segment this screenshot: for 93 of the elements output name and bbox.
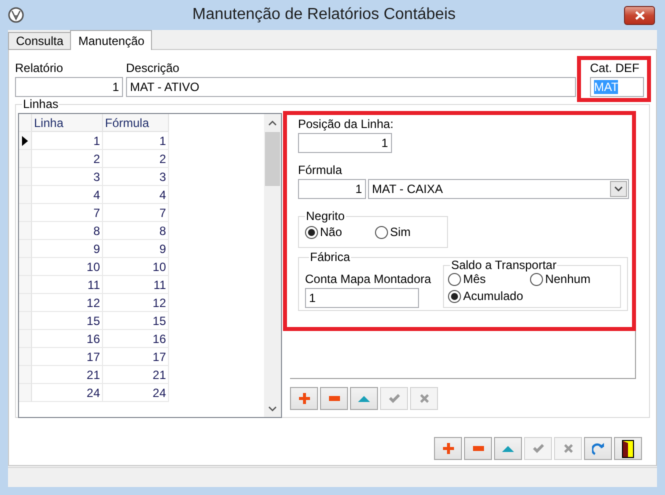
field-label: Descrição <box>126 61 180 75</box>
table-cell: 4 <box>103 186 169 204</box>
dropdown[interactable]: MAT - CAIXA <box>368 179 629 199</box>
close-icon <box>634 10 644 20</box>
table-cell: 24 <box>32 384 103 402</box>
table-cell: 21 <box>32 366 103 384</box>
dropdown-button[interactable] <box>610 181 627 197</box>
table-cell: 9 <box>32 240 103 258</box>
current-row-icon <box>22 136 28 146</box>
corner-header <box>19 114 32 132</box>
column-header[interactable]: Fórmula <box>103 114 169 132</box>
field-label: Posição da Linha: <box>298 117 394 131</box>
table-cell: 12 <box>32 294 103 312</box>
minus-icon <box>328 396 340 401</box>
radio-label: Mês <box>463 272 486 286</box>
refresh-icon <box>592 442 604 454</box>
close-icon <box>564 444 572 453</box>
chevron-up-icon <box>268 120 277 126</box>
table-cell: 11 <box>103 276 169 294</box>
minus-icon <box>472 446 484 451</box>
radio-button[interactable] <box>305 226 318 238</box>
field-label: Conta Mapa Montadora <box>305 272 432 286</box>
table-cell: 17 <box>32 348 103 366</box>
table-cell: 9 <box>103 240 169 258</box>
radio-label: Não <box>320 225 342 239</box>
scrollbar[interactable] <box>264 114 281 417</box>
table-cell: 16 <box>32 330 103 348</box>
table-cell: 24 <box>103 384 169 402</box>
field-label: Relatório <box>15 61 64 75</box>
table-cell: 2 <box>32 150 103 168</box>
radio-label: Sim <box>390 225 411 239</box>
exit-button[interactable] <box>614 437 642 460</box>
add-button[interactable] <box>290 387 318 410</box>
radio-label: Acumulado <box>463 289 524 303</box>
input-field[interactable]: 1 <box>15 77 123 97</box>
table-cell: 11 <box>32 276 103 294</box>
field-label: Cat. DEF <box>590 61 640 75</box>
group-title: Linhas <box>22 97 60 111</box>
triangle-up-icon <box>358 396 370 402</box>
window-title: Manutenção de Relatórios Contábeis <box>191 6 457 24</box>
up-button[interactable] <box>494 437 522 460</box>
table-cell: 21 <box>103 366 169 384</box>
table-cell: 15 <box>103 312 169 330</box>
remove-button[interactable] <box>320 387 348 410</box>
close-button[interactable] <box>624 6 655 24</box>
input-field[interactable]: MAT - ATIVO <box>126 77 576 97</box>
table-cell: 1 <box>103 132 169 150</box>
table-cell: 8 <box>103 222 169 240</box>
radio-button[interactable] <box>530 272 544 286</box>
input-field[interactable]: 1 <box>298 179 366 199</box>
table-cell: 4 <box>32 186 103 204</box>
remove-button[interactable] <box>464 437 492 460</box>
table-cell: 3 <box>103 168 169 186</box>
table-cell: 17 <box>103 348 169 366</box>
table-cell: 12 <box>103 294 169 312</box>
column-header[interactable]: Linha <box>32 114 103 132</box>
table-cell: 7 <box>32 204 103 222</box>
table-cell: 8 <box>32 222 103 240</box>
up-button[interactable] <box>350 387 378 410</box>
radio-button[interactable] <box>448 272 462 286</box>
check-icon <box>532 444 544 453</box>
table-cell: 16 <box>103 330 169 348</box>
table-cell: 1 <box>32 132 103 150</box>
radio-label: Nenhum <box>545 272 590 286</box>
chevron-down-icon <box>268 406 277 412</box>
radio-button[interactable] <box>375 226 388 238</box>
tab[interactable]: Manutenção <box>70 30 152 50</box>
group-title: Negrito <box>305 209 346 223</box>
close-icon <box>420 394 428 403</box>
table-cell: 7 <box>103 204 169 222</box>
table-cell: 3 <box>32 168 103 186</box>
table-cell: 2 <box>103 150 169 168</box>
group-title: Saldo a Transportar <box>450 258 558 272</box>
input-field[interactable]: 1 <box>298 133 392 153</box>
table-cell: 15 <box>32 312 103 330</box>
tab[interactable]: Consulta <box>8 32 72 50</box>
scrollbar-thumb[interactable] <box>265 132 280 186</box>
row-header[interactable] <box>19 132 32 150</box>
door-icon <box>622 440 634 458</box>
plus-icon <box>298 393 310 404</box>
plus-icon <box>442 443 454 454</box>
table-cell: 10 <box>103 258 169 276</box>
field-label: Fórmula <box>298 163 344 177</box>
chevron-down-icon <box>614 186 623 192</box>
logo-icon <box>8 7 24 23</box>
refresh-button[interactable] <box>584 437 612 460</box>
check-icon <box>388 394 400 403</box>
table-cell: 10 <box>32 258 103 276</box>
triangle-up-icon <box>502 446 514 452</box>
input-field[interactable]: 1 <box>305 288 419 308</box>
add-button[interactable] <box>434 437 462 460</box>
radio-button[interactable] <box>448 290 462 302</box>
group-title: Fábrica <box>309 250 352 264</box>
